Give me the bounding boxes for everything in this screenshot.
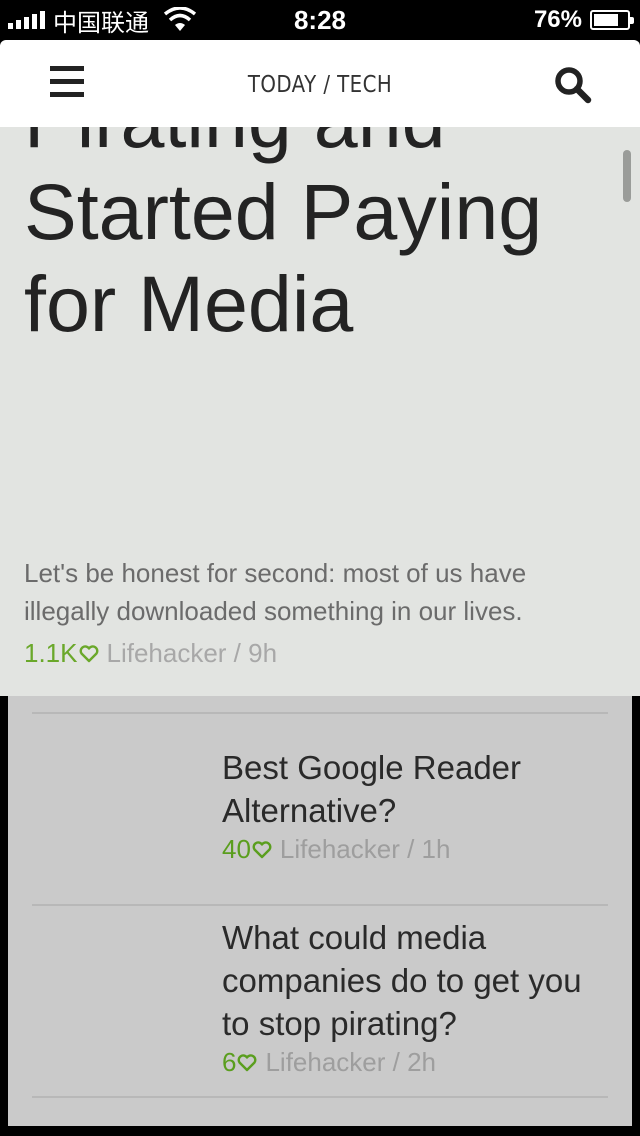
- source-time: Lifehacker / 9h: [106, 638, 278, 668]
- heart-icon[interactable]: [237, 1054, 257, 1072]
- search-icon[interactable]: [552, 64, 592, 104]
- like-count: 1.1K: [24, 638, 78, 668]
- article-title: What could media companies do to get you…: [222, 919, 582, 1042]
- source-time: Lifehacker / 2h: [265, 1047, 437, 1077]
- top-bar: TODAY / TECH: [0, 40, 640, 127]
- featured-meta: 1.1K Lifehacker / 9h: [24, 638, 277, 668]
- article-title: Best Google Reader Alternative?: [222, 749, 522, 829]
- featured-summary: Let's be honest for second: most of us h…: [24, 558, 527, 626]
- status-bar: 中国联通 8:28 76%: [0, 0, 640, 40]
- featured-article[interactable]: Pirating and Started Paying for Media Le…: [0, 126, 640, 696]
- list-divider: [32, 1096, 608, 1098]
- article-list: Best Google Reader Alternative? 40 Lifeha…: [8, 690, 632, 1126]
- scroll-indicator[interactable]: [623, 150, 631, 202]
- article-list-area: Best Google Reader Alternative? 40 Lifeha…: [0, 690, 640, 1136]
- featured-title: Pirating and Started Paying for Media: [24, 126, 543, 348]
- section-title[interactable]: TODAY / TECH: [45, 70, 595, 100]
- like-count: 40: [222, 834, 251, 864]
- list-item[interactable]: What could media companies do to get you…: [222, 916, 618, 1079]
- article-meta: 6 Lifehacker / 2h: [222, 1045, 618, 1079]
- battery-percentage: 76%: [533, 6, 582, 33]
- list-divider: [32, 712, 608, 714]
- like-count: 6: [222, 1047, 237, 1077]
- article-meta: 40 Lifehacker / 1h: [222, 832, 618, 866]
- battery-icon: [590, 10, 634, 30]
- source-time: Lifehacker / 1h: [279, 834, 451, 864]
- heart-icon[interactable]: [252, 841, 272, 859]
- heart-icon[interactable]: [79, 645, 99, 663]
- list-divider: [32, 904, 608, 906]
- list-item[interactable]: Best Google Reader Alternative? 40 Lifeha…: [222, 746, 618, 866]
